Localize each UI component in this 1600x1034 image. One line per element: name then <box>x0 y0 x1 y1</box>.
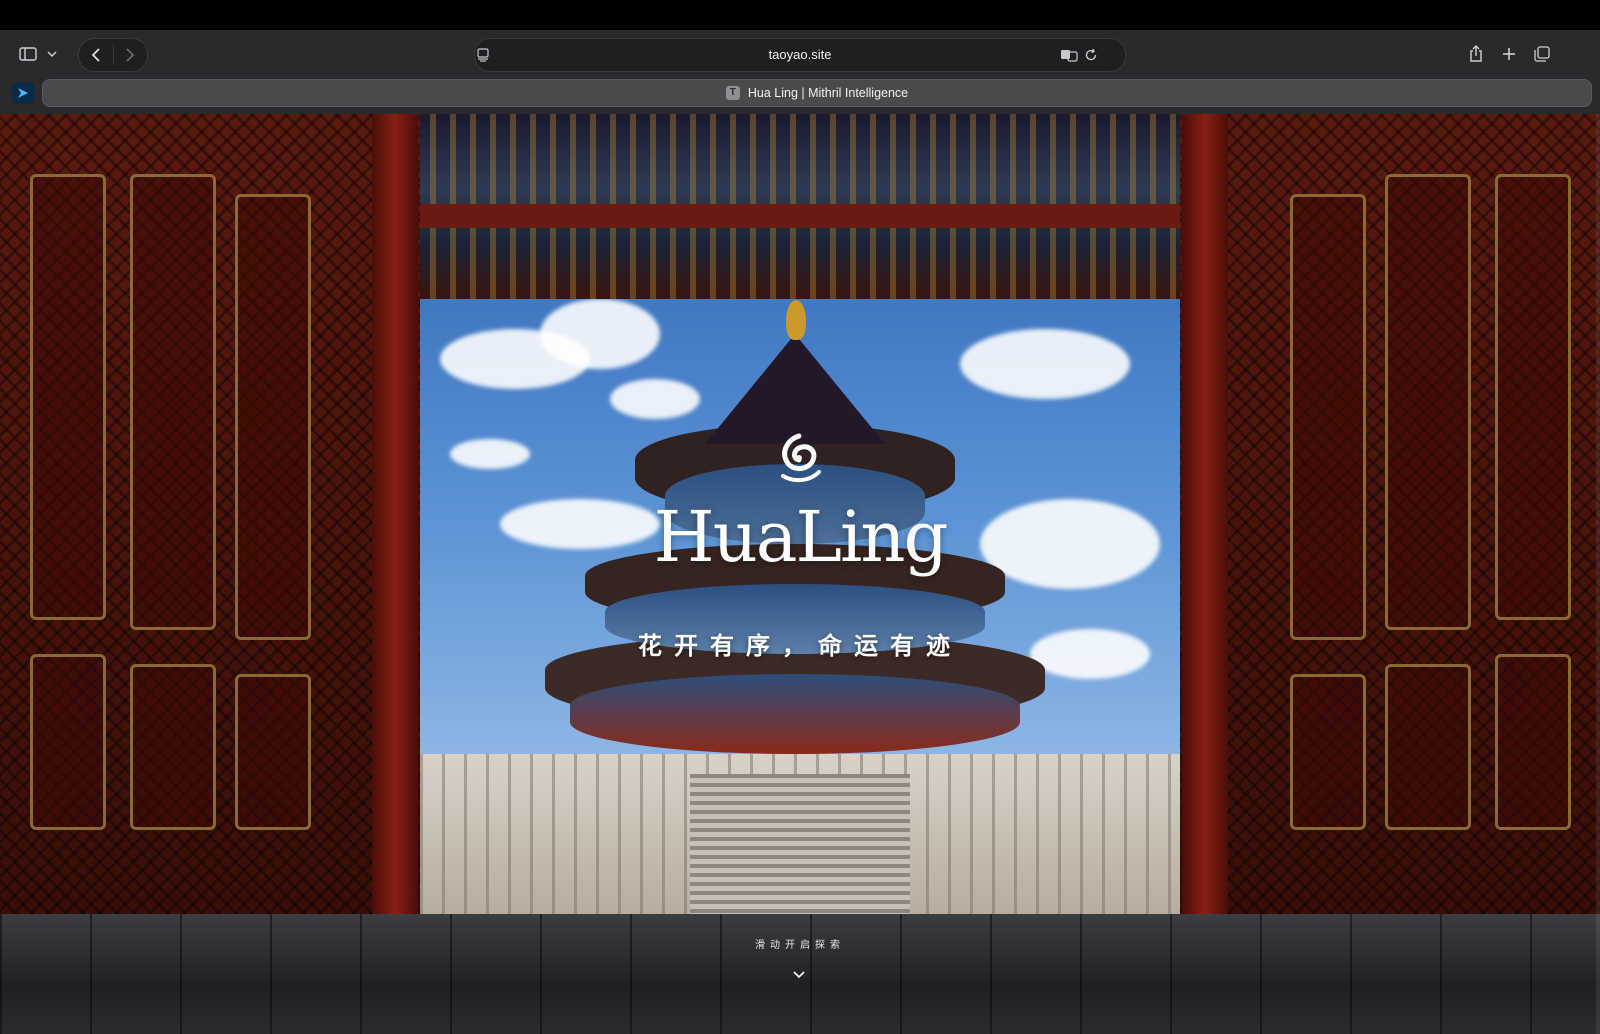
sidebar-icon <box>19 47 37 61</box>
door-panel <box>235 674 311 830</box>
active-tab[interactable]: T Hua Ling | Mithril Intelligence <box>42 79 1592 107</box>
hero-section: HuaLing 花开有序，命运有迹 滑动开启探索 <box>0 114 1600 1034</box>
door-panel <box>1495 654 1571 830</box>
cloud <box>450 439 530 469</box>
extension-button[interactable] <box>12 82 34 104</box>
cloud <box>960 329 1130 399</box>
sidebar-menu-button[interactable] <box>44 44 60 64</box>
tab-favicon: T <box>725 86 740 100</box>
scroll-hint[interactable]: 滑动开启探索 <box>700 936 900 951</box>
forward-button[interactable] <box>115 41 145 69</box>
tab-overview-icon <box>1534 46 1550 62</box>
door-right <box>1180 114 1600 934</box>
temple-stairs <box>690 774 910 924</box>
door-panel <box>1290 674 1366 830</box>
back-button[interactable] <box>81 41 111 69</box>
reload-icon <box>1085 48 1097 61</box>
cloud <box>1030 629 1150 679</box>
reload-button[interactable] <box>1079 43 1103 67</box>
chevron-down-icon[interactable] <box>788 964 810 986</box>
share-button[interactable] <box>1462 40 1490 68</box>
door-panel <box>30 654 106 830</box>
door-panel <box>1495 174 1571 620</box>
nav-divider <box>113 45 114 65</box>
translate-icon <box>1061 50 1078 62</box>
cloud <box>540 299 660 369</box>
temple-finial <box>786 300 806 340</box>
brand-logo-icon <box>781 433 821 483</box>
door-panel <box>1385 174 1471 630</box>
share-icon <box>1470 45 1482 62</box>
brand-wordmark: HuaLing <box>653 496 949 578</box>
hero-slogan: 花开有序，命运有迹 <box>638 633 962 660</box>
forward-icon <box>126 48 135 62</box>
pillar-left <box>372 114 418 914</box>
translate-button[interactable] <box>1057 43 1081 67</box>
new-tab-icon <box>1503 48 1515 60</box>
cloud <box>980 499 1160 589</box>
top-black-strip <box>0 0 1600 30</box>
pillar-right <box>1182 114 1228 914</box>
temple-wall-lower <box>570 674 1020 754</box>
url-text: taoyao.site <box>768 47 832 62</box>
door-panel <box>1385 664 1471 830</box>
sidebar-toggle-button[interactable] <box>16 42 40 66</box>
door-panel <box>130 664 216 830</box>
back-icon <box>91 48 100 62</box>
page-scrollbar[interactable] <box>1596 114 1600 1034</box>
ceiling-band <box>390 204 1210 228</box>
browser-toolbar: taoyao.site T Hua Ling | Mithril Intelli… <box>0 30 1600 115</box>
door-panel <box>130 174 216 630</box>
door-panel <box>30 174 106 620</box>
new-tab-button[interactable] <box>1495 40 1523 68</box>
door-left <box>0 114 420 934</box>
door-panel <box>1290 194 1366 640</box>
chevron-down-icon <box>47 51 57 58</box>
navigation-pill <box>78 38 148 72</box>
tab-title: Hua Ling | Mithril Intelligence <box>747 86 909 100</box>
tab-overview-button[interactable] <box>1528 40 1556 68</box>
extension-icon <box>18 88 28 98</box>
door-panel <box>235 194 311 640</box>
address-bar[interactable]: taoyao.site <box>474 38 1126 72</box>
cloud <box>610 379 700 419</box>
